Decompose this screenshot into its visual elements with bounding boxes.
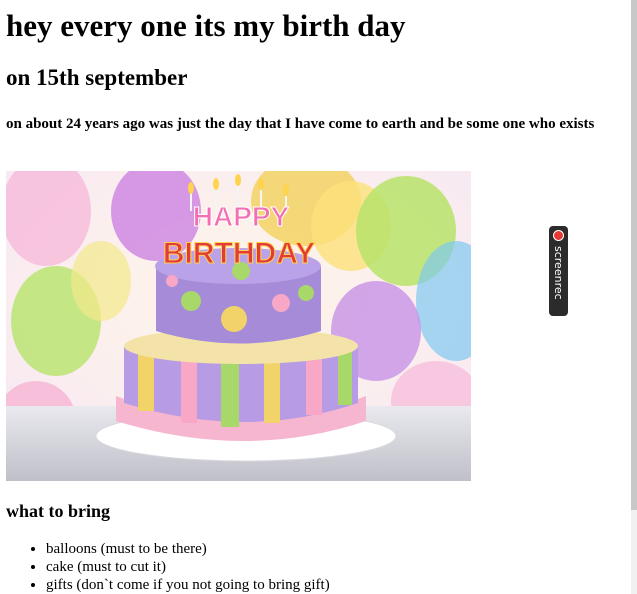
cake-topper-birthday: BIRTHDAY — [163, 237, 315, 270]
birthday-cake-image: HAPPY BIRTHDAY — [6, 171, 471, 481]
intro-paragraph: on about 24 years ago was just the day t… — [6, 116, 595, 132]
cake-topper-happy: HAPPY — [193, 201, 290, 232]
record-dot-icon — [553, 230, 564, 241]
date-subheading: on 15th september — [6, 65, 188, 90]
scrollbar-thumb[interactable] — [631, 0, 637, 510]
screenrec-badge[interactable]: screenrec — [549, 226, 568, 316]
bring-list: balloons (must to be there) cake (must t… — [6, 540, 330, 594]
page: hey every one its my birth day on 15th s… — [0, 0, 631, 594]
what-to-bring-heading: what to bring — [6, 501, 111, 521]
page-heading: hey every one its my birth day — [6, 8, 406, 43]
screenrec-label: screenrec — [552, 246, 565, 300]
list-item: balloons (must to be there) — [46, 540, 330, 558]
vertical-scrollbar[interactable] — [631, 0, 637, 594]
list-item: cake (must to cut it) — [46, 558, 330, 576]
list-item: gifts (don`t come if you not going to br… — [46, 576, 330, 594]
